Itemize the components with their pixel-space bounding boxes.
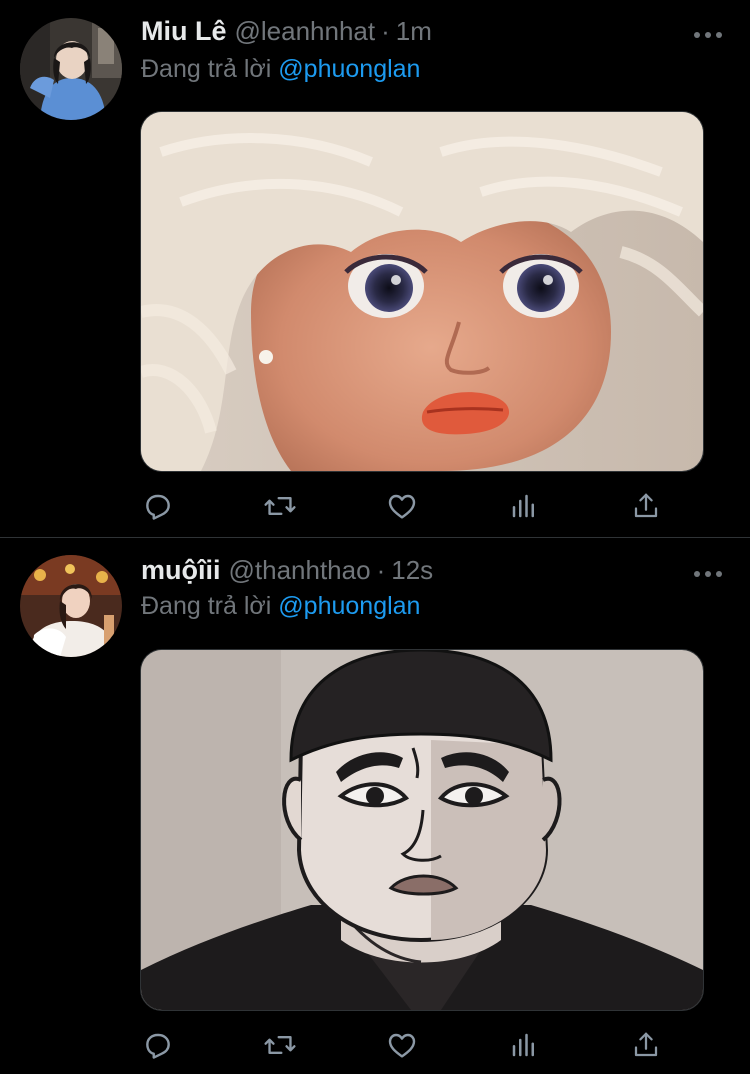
- tweet-media-image[interactable]: [140, 649, 704, 1011]
- retweet-icon[interactable]: [260, 486, 300, 526]
- replying-to-label: Đang trả lời: [141, 55, 272, 83]
- user-avatar[interactable]: [20, 18, 122, 120]
- share-icon[interactable]: [626, 1025, 666, 1065]
- analytics-icon[interactable]: [504, 1025, 544, 1065]
- replying-to-label: Đang trả lời: [141, 592, 272, 620]
- tweet-media-image[interactable]: [140, 111, 704, 472]
- cartoon-man-cap-meme-image: [141, 650, 703, 1010]
- doll-face-meme-image: [141, 112, 703, 471]
- like-icon[interactable]: [382, 1025, 422, 1065]
- analytics-icon[interactable]: [504, 486, 544, 526]
- avatar-photo: [20, 18, 122, 120]
- user-handle[interactable]: @leanhnhat: [235, 16, 376, 47]
- reply-mention-link[interactable]: @phuonglan: [278, 592, 420, 620]
- tweet-header: Miu Lê @leanhnhat · 1m: [141, 16, 432, 52]
- tweet-actions: [140, 486, 680, 526]
- more-options-icon[interactable]: [694, 569, 722, 579]
- reply-icon[interactable]: [138, 486, 178, 526]
- avatar-photo: [20, 555, 122, 657]
- like-icon[interactable]: [382, 486, 422, 526]
- reply-icon[interactable]: [138, 1025, 178, 1065]
- timestamp[interactable]: 1m: [396, 16, 432, 47]
- tweet[interactable]: Miu Lê @leanhnhat · 1m Đang trả lời @phu…: [0, 0, 750, 537]
- replying-to: Đang trả lời @phuonglan: [141, 592, 420, 621]
- user-avatar[interactable]: [20, 555, 122, 657]
- retweet-icon[interactable]: [260, 1025, 300, 1065]
- tweet-actions: [140, 1025, 680, 1065]
- separator: ·: [381, 16, 390, 46]
- reply-mention-link[interactable]: @phuonglan: [278, 55, 420, 83]
- timestamp[interactable]: 12s: [391, 555, 433, 586]
- separator: ·: [376, 555, 386, 585]
- display-name[interactable]: Miu Lê: [141, 16, 227, 47]
- user-handle[interactable]: @thanhthao: [229, 555, 371, 586]
- replying-to: Đang trả lời @phuonglan: [141, 55, 420, 84]
- share-icon[interactable]: [626, 486, 666, 526]
- display-name[interactable]: muộîii: [141, 555, 221, 586]
- tweet[interactable]: muộîii @thanhthao · 12s Đang trả lời @ph…: [0, 538, 750, 1074]
- more-options-icon[interactable]: [694, 30, 722, 40]
- tweet-header: muộîii @thanhthao · 12s: [141, 555, 433, 591]
